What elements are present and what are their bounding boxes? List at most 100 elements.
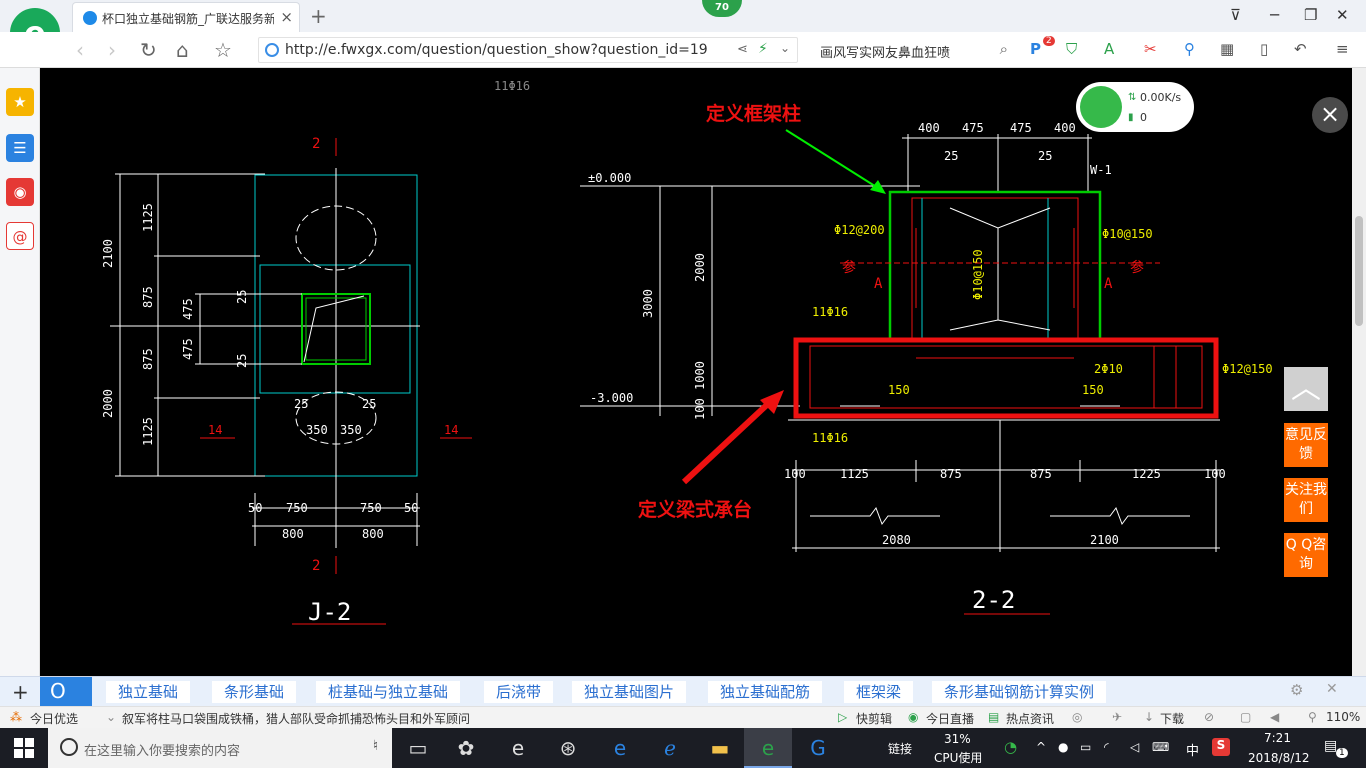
shield-icon[interactable]: ⛉ [1066,40,1077,58]
user-tray-icon[interactable]: ● [1058,740,1068,754]
label: A [1104,276,1113,292]
window-close-button[interactable]: ✕ [1336,6,1349,24]
main-menu-icon[interactable]: ≡ [1336,40,1349,58]
ie-icon[interactable]: ℯ [646,728,694,768]
battery-tray-icon[interactable]: ▭ [1080,740,1091,754]
skin-menu-icon[interactable]: ⊽ [1230,6,1241,24]
microphone-icon[interactable]: ♮ [373,738,378,754]
settings-gear-icon[interactable]: ⚙ [1290,681,1303,699]
glodon-icon[interactable]: G [794,728,842,768]
window-icon[interactable]: ▢ [1240,710,1251,724]
favicon-icon [83,11,97,25]
related-link[interactable]: 独立基础图片 [572,681,687,703]
browser-task-icon[interactable]: e [744,728,792,768]
related-link[interactable]: 后浇带 [484,681,554,703]
maximize-button[interactable]: ❐ [1304,6,1317,24]
taskbar-search[interactable]: 在这里输入你要搜索的内容 ♮ [48,728,392,768]
network-tray-icon[interactable]: ◜ [1104,740,1109,754]
related-link[interactable]: 独立基础 [106,681,191,703]
overlay-close-button[interactable]: × [1312,97,1348,133]
home-icon[interactable]: ⌂ [176,38,189,62]
sound-icon[interactable]: ◀ [1270,710,1279,724]
related-link[interactable]: 条形基础 [212,681,297,703]
related-link[interactable]: 桩基础与独立基础 [316,681,461,703]
back-icon[interactable]: ‹ [76,38,84,62]
dim-label: 475 [1010,121,1032,135]
back-to-top-button[interactable]: ︿ [1284,367,1328,411]
status-item[interactable]: 热点资讯 [1006,710,1054,727]
vertical-scrollbar[interactable] [1352,68,1366,676]
ie-blue-icon[interactable]: e [596,728,644,768]
pin-icon[interactable]: ✈ [1112,710,1122,724]
refresh-icon[interactable]: ↻ [140,38,157,62]
favorite-star-icon[interactable]: ☆ [214,38,232,62]
scroll-thumb[interactable] [1355,216,1363,326]
expand-icon[interactable]: ⌄ [106,710,116,724]
related-link[interactable]: 框架梁 [844,681,914,703]
file-explorer-icon[interactable]: ▬ [696,728,744,768]
sogou-icon[interactable]: S [1212,738,1230,756]
bar-close-icon[interactable]: ✕ [1326,681,1338,697]
phone-icon[interactable]: ▯ [1260,40,1268,58]
task-view-icon[interactable]: ▭ [394,728,442,768]
reading-list-icon[interactable]: ☰ [6,134,34,162]
notify-app-icon[interactable]: ⊛ [544,728,592,768]
favorites-icon[interactable]: ★ [6,88,34,116]
qq-consult-button[interactable]: Q Q咨询 [1284,533,1328,577]
clock-date[interactable]: 2018/8/12 [1248,751,1310,765]
weibo-icon[interactable]: ◉ [6,178,34,206]
bolt-icon[interactable]: ⚡ [758,41,768,57]
pinwheel-icon[interactable]: ✿ [442,728,490,768]
scissors-icon[interactable]: ✂ [1144,40,1157,58]
net-count: 0 [1140,111,1147,124]
minimize-button[interactable]: ─ [1270,6,1279,24]
status-item[interactable]: 今日直播 [926,710,974,727]
clock-time[interactable]: 7:21 [1264,731,1291,745]
related-link[interactable]: 条形基础钢筋计算实例 [932,681,1107,703]
search-icon[interactable]: ⌕ [1000,40,1008,58]
magnifier-icon[interactable]: ⚲ [1184,40,1195,58]
network-speed-widget[interactable]: ⇅ ▮ 0.00K/s 0 [1076,82,1194,132]
translate-icon[interactable]: A [1104,40,1114,58]
ime-indicator[interactable]: 中 [1186,740,1199,759]
share-icon[interactable]: ⋖ [737,42,748,57]
status-item[interactable]: 下载 [1160,710,1184,727]
wifi-tray-icon[interactable]: ◔ [1004,738,1017,756]
search-box[interactable]: 画风写实网友鼻血狂喷 ⌕ [812,37,1012,63]
extension-icon[interactable]: P [1030,40,1041,58]
follow-us-button[interactable]: 关注我们 [1284,478,1328,522]
label: 150 [1082,383,1104,397]
active-tab[interactable]: 杯口独立基础钢筋_广联达服务新 × [72,2,300,32]
dim-label: 800 [362,527,384,541]
new-tab-button[interactable]: + [310,4,327,28]
dim-label: 875 [141,286,155,308]
chevron-down-icon[interactable]: ⌄ [780,41,790,55]
status-item[interactable]: 快剪辑 [856,710,892,727]
tab-close-button[interactable]: × [280,8,293,26]
news-ticker[interactable]: 叙军将柱马口袋围成铁桶，猎人部队受命抓捕恐怖头目和外军顾问 [122,710,822,727]
feedback-button[interactable]: 意见反馈 [1284,423,1328,467]
volume-icon[interactable]: ◁ [1130,740,1139,754]
zoom-level[interactable]: 110% [1326,710,1360,724]
taskbar-search-placeholder: 在这里输入你要搜索的内容 [84,744,241,759]
tab-title: 杯口独立基础钢筋_广联达服务新 [102,12,274,26]
url-field[interactable]: http://e.fwxgx.com/question/question_sho… [258,37,798,63]
label: 参 [1130,259,1144,276]
apps-icon[interactable]: ▦ [1220,40,1234,58]
dim-label: 100 [784,467,806,481]
related-link[interactable]: 独立基础配筋 [708,681,823,703]
search-logo-icon[interactable]: O [40,677,92,706]
forward-icon[interactable]: › [108,38,116,62]
show-hidden-icon[interactable]: ^ [1036,740,1046,754]
windows-start-icon[interactable] [14,738,34,758]
email-icon[interactable]: @ [6,222,34,250]
links-toolbar[interactable]: 链接 [888,740,912,757]
erase-icon[interactable]: ⊘ [1204,710,1214,724]
today-picks[interactable]: 今日优选 [30,710,78,727]
add-icon[interactable]: + [12,680,29,704]
dim-label: 25 [362,397,376,411]
edge-icon[interactable]: e [494,728,542,768]
keyboard-icon[interactable]: ⌨ [1152,740,1169,754]
speed-icon[interactable]: ◎ [1072,710,1082,724]
undo-icon[interactable]: ↶ [1294,40,1307,58]
